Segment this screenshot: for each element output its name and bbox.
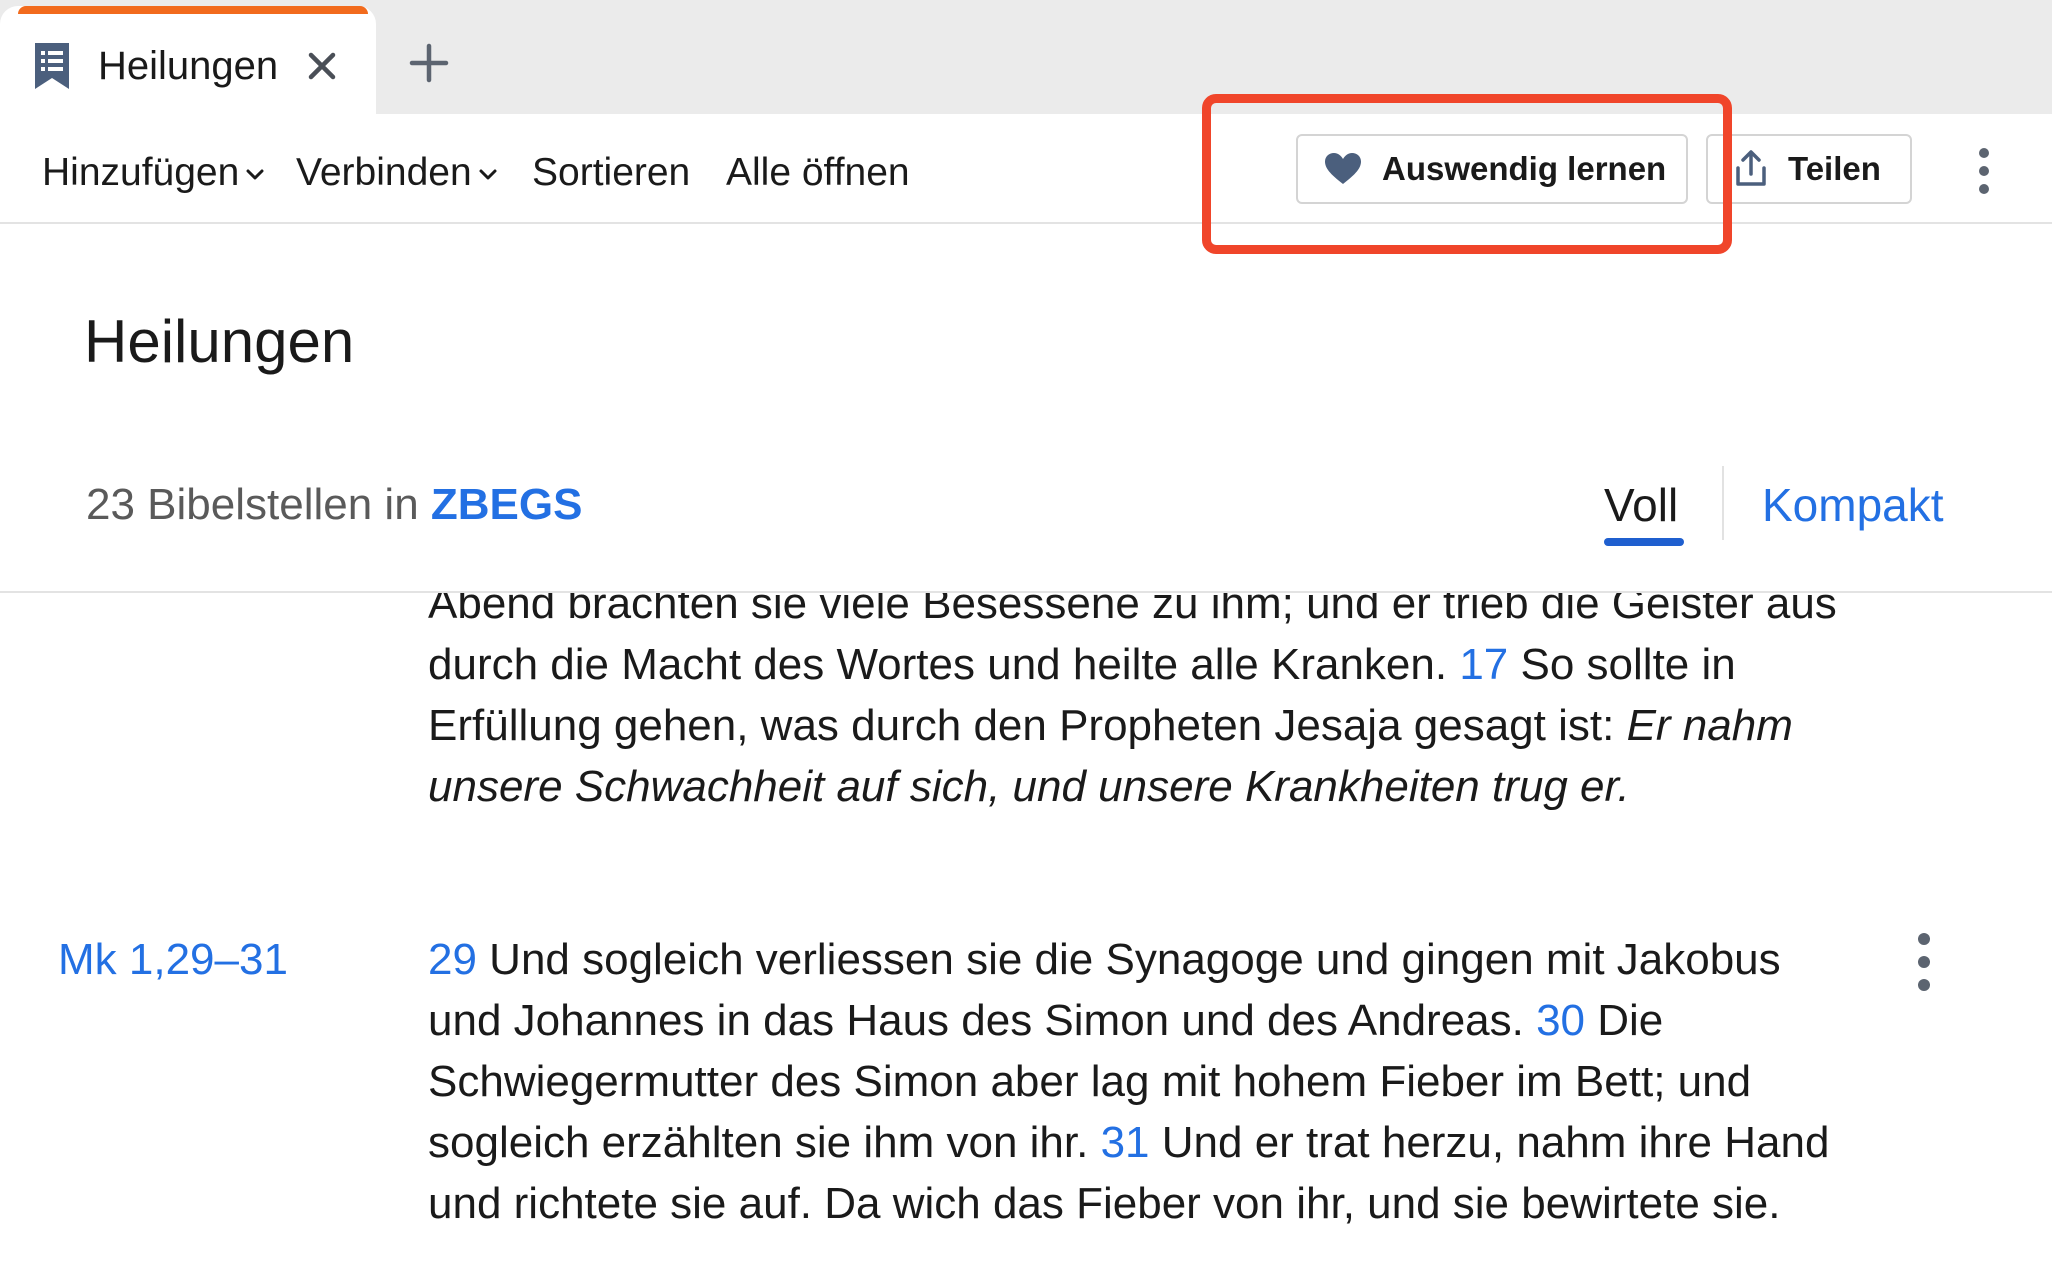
tab-title: Heilungen	[98, 44, 279, 88]
passage-count: 23 Bibelstellen in ZBEGS	[86, 476, 582, 534]
connect-menu-label: Verbinden	[296, 151, 472, 194]
more-options-icon[interactable]	[1972, 146, 1996, 196]
tab-heilungen[interactable]: Heilungen	[0, 6, 376, 114]
tab-active-indicator	[18, 6, 368, 14]
add-menu[interactable]: Hinzufügen	[42, 148, 265, 198]
passage-text: 29 Und sogleich verliessen sie die Synag…	[428, 929, 1848, 1234]
close-icon[interactable]	[306, 50, 338, 82]
passage-more-icon[interactable]	[1912, 931, 1936, 993]
chevron-down-icon	[479, 169, 497, 180]
sort-button[interactable]: Sortieren	[532, 148, 690, 198]
passage-count-text: 23 Bibelstellen in	[86, 480, 419, 529]
memorize-button-label: Auswendig lernen	[1382, 150, 1667, 187]
view-full-toggle[interactable]: Voll	[1604, 476, 1678, 534]
verse-number[interactable]: 29	[428, 935, 477, 984]
passage-reference[interactable]: Mk 1,29–31	[58, 929, 288, 990]
open-all-button[interactable]: Alle öffnen	[726, 148, 910, 198]
share-button-label: Teilen	[1788, 150, 1881, 187]
active-view-indicator	[1604, 538, 1684, 546]
bookmark-list-icon	[32, 40, 72, 92]
verse-number[interactable]: 30	[1536, 996, 1585, 1045]
share-icon	[1736, 150, 1766, 186]
share-button[interactable]: Teilen	[1706, 134, 1912, 204]
view-divider	[1722, 466, 1724, 540]
add-menu-label: Hinzufügen	[42, 151, 240, 194]
heart-icon	[1325, 153, 1361, 184]
connect-menu[interactable]: Verbinden	[296, 148, 498, 198]
new-tab-plus-icon[interactable]	[408, 42, 450, 84]
tab-bar: Heilungen	[0, 0, 2052, 114]
verse-number[interactable]: 17	[1459, 640, 1508, 689]
toolbar: Hinzufügen Verbinden Sortieren Alle öffn…	[0, 114, 2052, 224]
page-title: Heilungen	[84, 308, 355, 375]
view-compact-toggle[interactable]: Kompakt	[1762, 476, 1944, 534]
verse-number[interactable]: 31	[1101, 1118, 1150, 1167]
passage-text: Abend brachten sie viele Besessene zu ih…	[428, 593, 1848, 817]
passage-list: Abend brachten sie viele Besessene zu ih…	[0, 593, 2052, 1280]
chevron-down-icon	[246, 169, 264, 180]
translation-link[interactable]: ZBEGS	[431, 480, 583, 529]
memorize-button[interactable]: Auswendig lernen	[1296, 134, 1688, 204]
